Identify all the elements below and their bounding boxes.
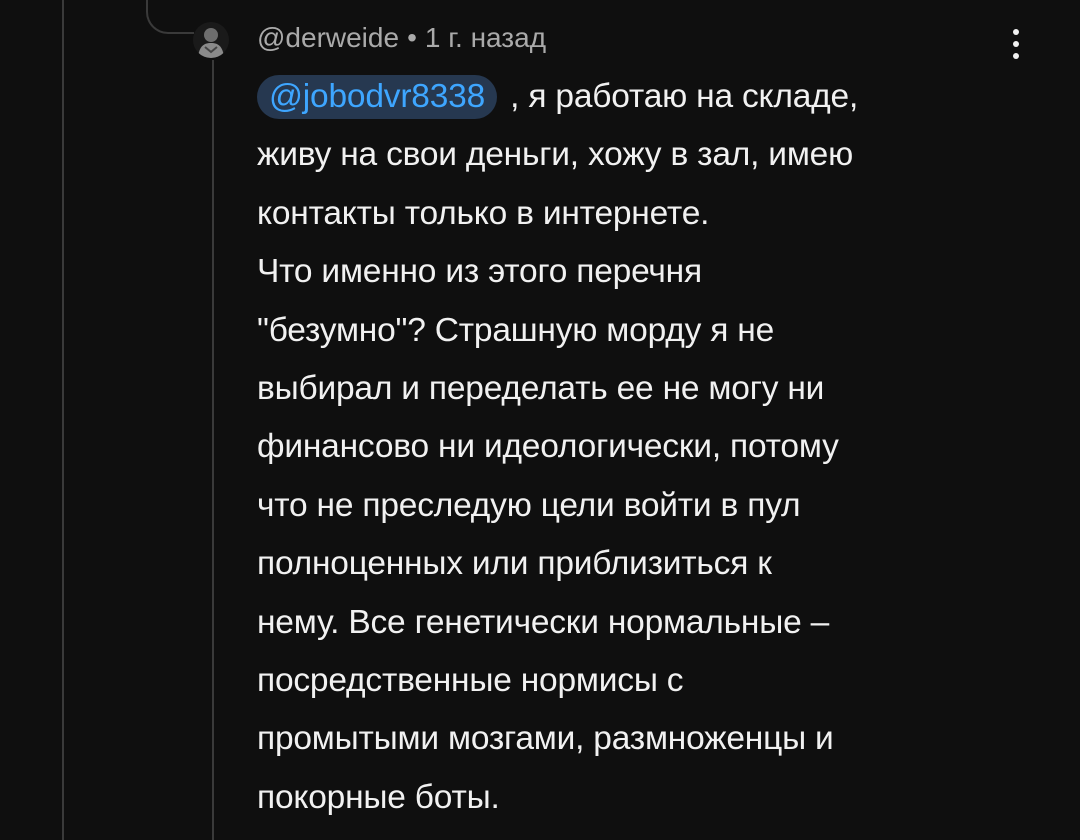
- comment-line: живу на свои деньги, хожу в зал, имею: [257, 136, 854, 174]
- mention-link[interactable]: @jobodvr8338: [257, 75, 498, 119]
- comment-text: @jobodvr8338 , я работаю на складе, живу…: [257, 68, 1017, 827]
- comment-line: посредственные нормисы с: [257, 662, 684, 700]
- comment-line: покорные боты.: [257, 778, 500, 816]
- comment-thread: @derweide • 1 г. назад @jobodvr8338 , я …: [0, 0, 1080, 840]
- comment-timestamp[interactable]: 1 г. назад: [425, 22, 546, 54]
- comment-line: @jobodvr8338 , я работаю на складе,: [257, 68, 1017, 126]
- more-vertical-icon-dot: [1013, 41, 1019, 47]
- comment-line: что не преследую цели войти в пул: [257, 486, 801, 524]
- comment-line: "безумно"? Страшную морду я не: [257, 311, 775, 349]
- comment-line: промытыми мозгами, размноженцы и: [257, 720, 834, 758]
- comment-line: контакты только в интернете.: [257, 194, 710, 232]
- comment-line: выбирал и переделать ее не могу ни: [257, 370, 825, 408]
- comment-line: финансово ни идеологически, потому: [257, 428, 839, 466]
- comment-line: полноценных или приблизиться к: [257, 545, 772, 583]
- comment-line: нему. Все генетически нормальные –: [257, 603, 830, 641]
- parent-thread-line: [62, 0, 64, 840]
- comment-line: Что именно из этого перечня: [257, 253, 702, 291]
- reply-connector-line: [146, 0, 194, 34]
- comment-line-text: , я работаю на складе,: [501, 78, 859, 115]
- comment-menu-button[interactable]: [1000, 22, 1032, 66]
- reply-thread-line: [212, 60, 214, 840]
- more-vertical-icon-dot: [1013, 53, 1019, 59]
- more-vertical-icon: [1013, 29, 1019, 35]
- avatar-image: [193, 22, 229, 58]
- meta-separator: •: [407, 22, 417, 53]
- author-name[interactable]: @derweide: [257, 22, 399, 54]
- author-avatar[interactable]: [193, 22, 229, 58]
- comment-header: @derweide • 1 г. назад: [257, 18, 546, 58]
